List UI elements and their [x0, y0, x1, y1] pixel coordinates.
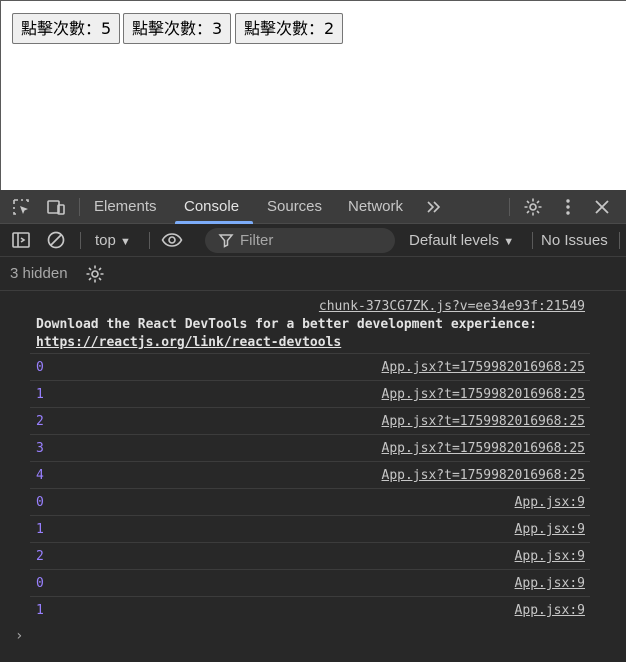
log-value: 1	[36, 387, 44, 402]
devtools-panel: Elements Console Sources Network top ▼ F…	[0, 190, 626, 662]
gear-icon[interactable]	[523, 197, 543, 217]
toolbar-separator	[532, 232, 533, 249]
sidebar-toggle-icon[interactable]	[11, 230, 31, 250]
issues-button[interactable]: No Issues	[541, 224, 608, 257]
close-icon[interactable]	[592, 197, 612, 217]
log-value: 4	[36, 468, 44, 483]
console-toolbar: top ▼ Filter Default levels ▼ No Issues	[0, 224, 626, 257]
log-row: 0 App.jsx:9	[0, 489, 626, 516]
log-value: 0	[36, 360, 44, 375]
tab-console[interactable]: Console	[184, 190, 239, 224]
console-settings-gear-icon[interactable]	[85, 264, 105, 284]
tab-separator	[79, 198, 80, 216]
context-label: top	[95, 232, 116, 249]
clear-console-icon[interactable]	[46, 230, 66, 250]
toolbar-separator	[149, 232, 150, 249]
toolbar-separator	[80, 232, 81, 249]
log-message: chunk-373CG7ZK.js?v=ee34e93f:21549 Downl…	[0, 291, 626, 354]
log-source-link[interactable]: App.jsx?t=1759982016968:25	[382, 441, 586, 456]
page-viewport: 點擊次數：5 點擊次數：3 點擊次數：2	[0, 0, 626, 190]
log-source-link[interactable]: App.jsx?t=1759982016968:25	[382, 468, 586, 483]
log-source-link[interactable]: App.jsx:9	[515, 576, 585, 591]
toolbar-separator	[619, 232, 620, 249]
devtools-tab-bar: Elements Console Sources Network	[0, 190, 626, 224]
tab-separator	[509, 198, 510, 216]
log-row: 4 App.jsx?t=1759982016968:25	[0, 462, 626, 489]
tab-network[interactable]: Network	[348, 190, 403, 224]
device-toolbar-icon[interactable]	[46, 197, 66, 217]
log-source-link[interactable]: chunk-373CG7ZK.js?v=ee34e93f:21549	[319, 299, 585, 314]
log-source-link[interactable]: App.jsx?t=1759982016968:25	[382, 414, 586, 429]
counter-button-1[interactable]: 點擊次數：5	[12, 13, 121, 44]
react-devtools-link[interactable]: https://reactjs.org/link/react-devtools	[36, 335, 341, 350]
log-row: 1 App.jsx:9	[0, 597, 626, 624]
console-log: chunk-373CG7ZK.js?v=ee34e93f:21549 Downl…	[0, 291, 626, 662]
log-source-link[interactable]: App.jsx:9	[515, 495, 585, 510]
log-value: 2	[36, 549, 44, 564]
log-row: 2 App.jsx:9	[0, 543, 626, 570]
log-row: 0 App.jsx?t=1759982016968:25	[0, 354, 626, 381]
filter-icon	[218, 232, 234, 253]
log-source-link[interactable]: App.jsx?t=1759982016968:25	[382, 360, 586, 375]
log-value: 0	[36, 495, 44, 510]
log-row: 1 App.jsx?t=1759982016968:25	[0, 381, 626, 408]
log-row: 3 App.jsx?t=1759982016968:25	[0, 435, 626, 462]
tab-elements[interactable]: Elements	[94, 190, 157, 224]
more-options-icon[interactable]	[558, 197, 578, 217]
caret-down-icon: ▼	[503, 236, 515, 248]
counter-button-3[interactable]: 點擊次數：2	[235, 13, 344, 44]
caret-down-icon: ▼	[120, 236, 131, 248]
hidden-count: 3 hidden	[10, 265, 68, 282]
log-row: 2 App.jsx?t=1759982016968:25	[0, 408, 626, 435]
log-source-link[interactable]: App.jsx?t=1759982016968:25	[382, 387, 586, 402]
filter-input[interactable]: Filter	[205, 228, 395, 253]
log-levels-dropdown[interactable]: Default levels ▼	[409, 224, 514, 259]
log-value: 1	[36, 603, 44, 618]
log-value: 0	[36, 576, 44, 591]
counter-button-2[interactable]: 點擊次數：3	[123, 13, 232, 44]
log-message-text: Download the React DevTools for a better…	[36, 317, 537, 332]
context-selector[interactable]: top ▼	[95, 224, 131, 259]
log-levels-label: Default levels	[409, 232, 500, 249]
eye-icon[interactable]	[161, 230, 183, 250]
filter-placeholder: Filter	[240, 232, 274, 249]
log-row: 0 App.jsx:9	[0, 570, 626, 597]
double-chevron-right-icon[interactable]	[424, 197, 444, 217]
inspect-element-icon[interactable]	[11, 197, 31, 217]
log-source-link[interactable]: App.jsx:9	[515, 549, 585, 564]
log-source-link[interactable]: App.jsx:9	[515, 603, 585, 618]
log-source-link[interactable]: App.jsx:9	[515, 522, 585, 537]
log-row: 1 App.jsx:9	[0, 516, 626, 543]
log-value: 1	[36, 522, 44, 537]
console-prompt-icon[interactable]: ›	[15, 628, 23, 644]
log-value: 3	[36, 441, 44, 456]
tab-sources[interactable]: Sources	[267, 190, 322, 224]
log-value: 2	[36, 414, 44, 429]
hidden-messages-bar: 3 hidden	[0, 257, 626, 291]
